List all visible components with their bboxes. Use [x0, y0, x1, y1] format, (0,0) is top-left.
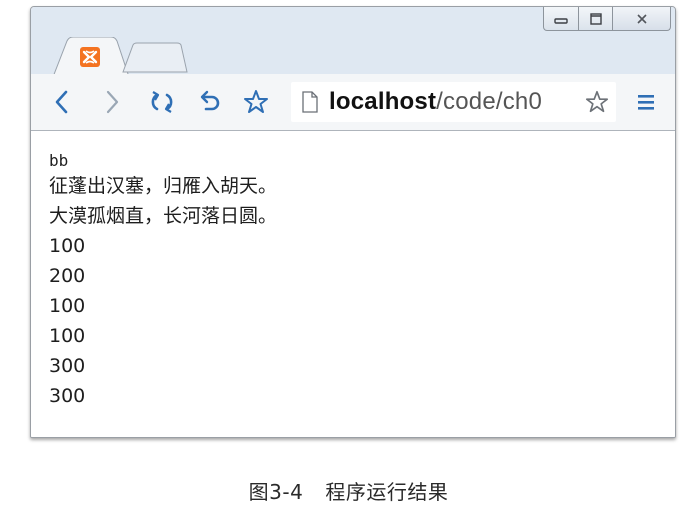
menu-button[interactable] [629, 84, 663, 120]
figure-title: 程序运行结果 [325, 480, 449, 504]
hamburger-menu-icon [638, 95, 654, 110]
output-line: 300 [49, 385, 86, 407]
figure-caption: 图3-4 程序运行结果 [0, 476, 697, 505]
bookmarks-button[interactable] [239, 84, 273, 120]
reload-button[interactable] [145, 84, 179, 120]
back-button[interactable] [45, 84, 79, 120]
close-button[interactable] [613, 7, 671, 31]
title-bar [31, 7, 675, 77]
minimize-icon [554, 17, 568, 24]
output-line: 征蓬出汉塞，归雁入胡天。 [49, 175, 278, 197]
window-controls [543, 7, 671, 33]
output-line: 100 [49, 325, 86, 347]
minimize-button[interactable] [543, 7, 579, 31]
xampp-logo-icon [80, 47, 100, 67]
bookmark-star-icon[interactable] [584, 89, 610, 115]
output-line: 300 [49, 355, 86, 377]
browser-window: localhost/code/ch0 bb 征蓬出汉塞，归雁入胡天。 大漠孤烟直… [30, 6, 676, 438]
address-bar[interactable]: localhost/code/ch0 [291, 82, 616, 122]
output-line: 200 [49, 265, 86, 287]
maximize-button[interactable] [579, 7, 613, 31]
chevron-left-icon [55, 90, 68, 114]
url-text: localhost/code/ch0 [329, 86, 542, 118]
undo-button[interactable] [192, 84, 226, 120]
url-host: localhost [329, 88, 437, 115]
url-path: /code/ch0 [436, 88, 543, 115]
output-line: bb [49, 151, 69, 170]
undo-icon [200, 90, 220, 111]
tab-active[interactable] [53, 37, 129, 77]
figure: localhost/code/ch0 bb 征蓬出汉塞，归雁入胡天。 大漠孤烟直… [0, 0, 697, 514]
maximize-icon [589, 12, 602, 25]
output-line: 大漠孤烟直，长河落日圆。 [49, 205, 278, 227]
reload-icon [151, 91, 173, 113]
figure-number: 图3-4 [248, 480, 304, 504]
output-line: 100 [49, 235, 86, 257]
page-icon [302, 91, 318, 113]
new-tab-button[interactable] [121, 41, 189, 75]
close-icon [636, 13, 647, 24]
chevron-right-icon [106, 90, 119, 114]
toolbar: localhost/code/ch0 [31, 74, 675, 131]
star-icon [244, 90, 268, 113]
output-line: 100 [49, 295, 86, 317]
page-content: bb 征蓬出汉塞，归雁入胡天。 大漠孤烟直，长河落日圆。 100 200 100… [31, 131, 675, 437]
forward-button[interactable] [95, 84, 129, 120]
output-lines: bb 征蓬出汉塞，归雁入胡天。 大漠孤烟直，长河落日圆。 100 200 100… [49, 151, 277, 411]
